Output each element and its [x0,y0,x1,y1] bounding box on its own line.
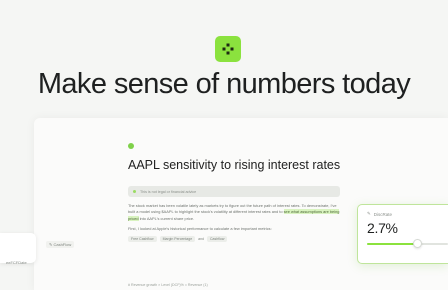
document-body: AAPL sensitivity to rising interest rate… [128,143,340,243]
metric-chip[interactable]: Cashflow [207,236,228,243]
side-variable-label: eeFCFDate [6,260,27,265]
document-status-icon [128,143,134,149]
discount-rate-slider-thumb[interactable] [412,239,422,248]
document-title[interactable]: AAPL sensitivity to rising interest rate… [128,158,340,172]
discount-rate-label: ✎ DiscRate [367,211,393,217]
chip-conjunction: and [198,237,204,242]
metric-chip[interactable]: Margin Percentage [159,236,196,243]
discount-rate-slider-track[interactable] [367,243,448,245]
disclaimer-callout: This is not legal or financial advice [128,186,340,197]
app-logo-icon [215,36,241,62]
metric-chip[interactable]: Free Cashflow [128,236,157,243]
hero-headline: Make sense of numbers today [37,68,411,100]
discount-rate-value: 2.7% [367,220,398,236]
metrics-paragraph[interactable]: First, I looked at Apple's historical pe… [128,226,340,232]
formula-row[interactable]: # Revenue growth × Level (DCF)% = Revenu… [128,283,208,287]
metric-chips: Free Cashflow Margin Percentage and Cash… [128,236,340,243]
slider-fill [367,243,418,245]
edit-pencil-icon: ✎ [367,211,371,216]
callout-bullet-icon [133,190,136,193]
intro-paragraph[interactable]: The stock market has been volatile latel… [128,203,340,222]
side-variable-card[interactable] [0,233,36,263]
cashflow-chip[interactable]: ✎ CashFlow [46,241,75,248]
callout-text: This is not legal or financial advice [140,189,197,194]
